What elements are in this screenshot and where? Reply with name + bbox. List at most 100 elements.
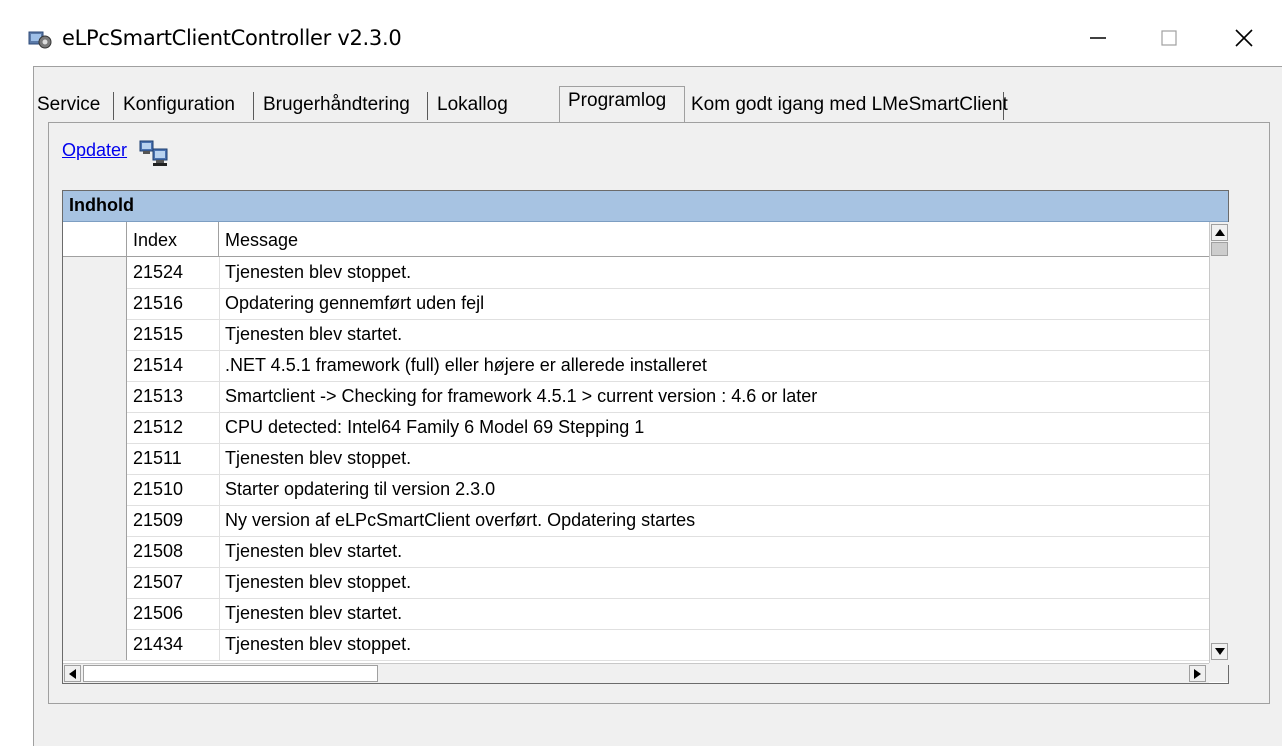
- tab-lokallog[interactable]: Lokallog: [433, 90, 512, 120]
- table-row[interactable]: 21508 Tjenesten blev startet.: [63, 536, 1209, 568]
- table-row[interactable]: 21512 CPU detected: Intel64 Family 6 Mode…: [63, 412, 1209, 444]
- scroll-up-button[interactable]: [1211, 224, 1228, 241]
- row-selector[interactable]: [63, 443, 127, 474]
- cell-message: Tjenesten blev startet.: [225, 541, 403, 561]
- computers-refresh-icon[interactable]: [139, 139, 171, 167]
- tab-separator: [253, 92, 254, 120]
- table-row[interactable]: 21524 Tjenesten blev stoppet.: [63, 257, 1209, 289]
- cell-message: Tjenesten blev stoppet.: [225, 448, 412, 468]
- cell-index: 21516: [133, 293, 184, 313]
- row-selector[interactable]: [63, 505, 127, 536]
- tab-programlog[interactable]: Programlog: [564, 86, 670, 116]
- column-divider: [219, 567, 220, 598]
- table-row[interactable]: 21514 .NET 4.5.1 framework (full) eller h…: [63, 350, 1209, 382]
- column-divider: [219, 319, 220, 350]
- vertical-scroll-thumb[interactable]: [1211, 242, 1228, 256]
- close-button[interactable]: [1214, 14, 1274, 62]
- row-selector[interactable]: [63, 598, 127, 629]
- table-row[interactable]: 21515 Tjenesten blev startet.: [63, 319, 1209, 351]
- cell-message: Tjenesten blev startet.: [225, 603, 403, 623]
- maximize-icon: [1161, 30, 1177, 46]
- table-row[interactable]: 21506 Tjenesten blev startet.: [63, 598, 1209, 630]
- column-divider: [219, 474, 220, 505]
- grid-caption-bar: Indhold: [63, 191, 1228, 222]
- row-selector[interactable]: [63, 536, 127, 567]
- arrow-right-icon: [1194, 668, 1201, 679]
- table-row[interactable]: 21511 Tjenesten blev stoppet.: [63, 443, 1209, 475]
- row-selector[interactable]: [63, 474, 127, 505]
- close-icon: [1235, 29, 1253, 47]
- row-selector[interactable]: [63, 381, 127, 412]
- tab-kom-godt-igang[interactable]: Kom godt igang med LMeSmartClient: [687, 90, 1012, 120]
- cell-message: Starter opdatering til version 2.3.0: [225, 479, 496, 499]
- cell-message: .NET 4.5.1 framework (full) eller højere…: [225, 355, 707, 375]
- cell-message: Tjenesten blev stoppet.: [225, 634, 412, 654]
- table-row[interactable]: 21513 Smartclient -> Checking for framewo…: [63, 381, 1209, 413]
- cell-index: 21514: [133, 355, 184, 375]
- column-divider: [219, 598, 220, 629]
- row-selector[interactable]: [63, 350, 127, 381]
- window-title: eLPcSmartClientController v2.3.0: [62, 26, 402, 50]
- vertical-scrollbar[interactable]: [1209, 222, 1229, 665]
- column-divider: [219, 288, 220, 319]
- cell-index: 21509: [133, 510, 184, 530]
- column-divider: [219, 350, 220, 381]
- refresh-link[interactable]: Opdater: [62, 140, 127, 161]
- scroll-left-button[interactable]: [64, 665, 81, 682]
- cell-index: 21510: [133, 479, 184, 499]
- tab-strip: Service Konfiguration Brugerhåndtering L…: [33, 86, 1133, 125]
- arrow-up-icon: [1214, 229, 1225, 236]
- row-selector[interactable]: [63, 629, 127, 660]
- horizontal-scrollbar[interactable]: [63, 663, 1209, 683]
- column-header-index[interactable]: Index: [127, 222, 219, 256]
- cell-message: Tjenesten blev stoppet.: [225, 572, 412, 592]
- maximize-button[interactable]: [1139, 14, 1199, 62]
- row-selector-header[interactable]: [63, 222, 127, 256]
- table-row[interactable]: 21509 Ny version af eLPcSmartClient overf…: [63, 505, 1209, 537]
- tab-service[interactable]: Service: [33, 90, 104, 120]
- row-selector[interactable]: [63, 567, 127, 598]
- table-row[interactable]: 21507 Tjenesten blev stoppet.: [63, 567, 1209, 599]
- column-divider: [219, 443, 220, 474]
- title-bar[interactable]: eLPcSmartClientController v2.3.0: [0, 0, 1286, 66]
- column-header-row: Index Message: [63, 222, 1209, 257]
- scroll-right-button[interactable]: [1189, 665, 1206, 682]
- row-selector[interactable]: [63, 288, 127, 319]
- column-divider: [219, 412, 220, 443]
- scroll-down-button[interactable]: [1211, 643, 1228, 660]
- grid-caption: Indhold: [69, 195, 134, 215]
- cell-index: 21507: [133, 572, 184, 592]
- table-row[interactable]: 21516 Opdatering gennemført uden fejl: [63, 288, 1209, 320]
- minimize-icon: [1090, 37, 1106, 39]
- cell-message: Opdatering gennemført uden fejl: [225, 293, 485, 313]
- tab-konfiguration[interactable]: Konfiguration: [119, 90, 239, 120]
- cell-index: 21434: [133, 634, 184, 654]
- cell-index: 21508: [133, 541, 184, 561]
- table-row[interactable]: 21434 Tjenesten blev stoppet.: [63, 629, 1209, 661]
- tab-brugerhaandtering[interactable]: Brugerhåndtering: [259, 90, 414, 120]
- cell-index: 21506: [133, 603, 184, 623]
- row-selector[interactable]: [63, 319, 127, 350]
- row-selector[interactable]: [63, 412, 127, 443]
- cell-message: Tjenesten blev startet.: [225, 324, 403, 344]
- grid-rows: 21524 Tjenesten blev stoppet. 21516 Opdater…: [63, 257, 1209, 663]
- log-grid[interactable]: Indhold Index Message 21524 Tjenesten ble…: [62, 190, 1229, 684]
- cell-index: 21513: [133, 386, 184, 406]
- minimize-button[interactable]: [1068, 14, 1128, 62]
- tab-separator: [113, 92, 114, 120]
- column-header-message[interactable]: Message: [219, 222, 1209, 256]
- tab-separator: [1003, 92, 1004, 120]
- row-selector[interactable]: [63, 257, 127, 288]
- cell-message: Tjenesten blev stoppet.: [225, 262, 412, 282]
- cell-index: 21524: [133, 262, 184, 282]
- horizontal-scroll-thumb[interactable]: [83, 665, 378, 682]
- arrow-left-icon: [69, 668, 76, 679]
- gear-app-icon: [28, 31, 52, 49]
- cell-index: 21511: [133, 448, 182, 468]
- arrow-down-icon: [1214, 648, 1225, 655]
- column-divider: [219, 629, 220, 660]
- cell-index: 21512: [133, 417, 184, 437]
- column-divider: [219, 257, 220, 288]
- column-divider: [219, 505, 220, 536]
- table-row[interactable]: 21510 Starter opdatering til version 2.3.…: [63, 474, 1209, 506]
